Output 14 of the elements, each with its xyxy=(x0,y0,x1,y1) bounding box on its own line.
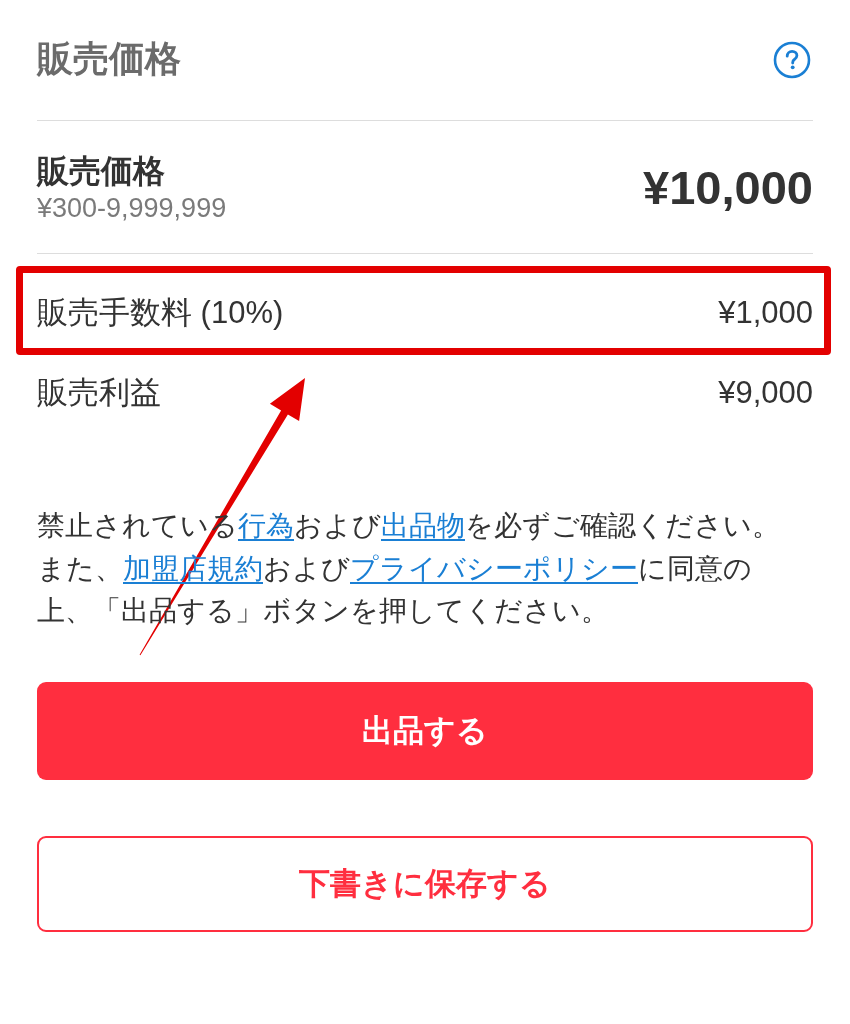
price-label: 販売価格 xyxy=(37,152,166,190)
link[interactable]: 行為 xyxy=(238,509,294,541)
row-label: 販売手数料 (10%) xyxy=(37,294,284,332)
section-title: 販売価格 xyxy=(37,38,181,81)
price-value: ¥10,000 xyxy=(643,159,813,215)
link[interactable]: 出品物 xyxy=(381,509,465,541)
help-icon[interactable] xyxy=(773,41,811,79)
submit-button[interactable]: 出品する xyxy=(37,681,813,780)
row-value: ¥1,000 xyxy=(718,295,813,331)
save-draft-button[interactable]: 下書きに保存する xyxy=(37,835,813,932)
price-range-text: ¥300-9,999,999 xyxy=(37,192,227,224)
link[interactable]: プライバシーポリシー xyxy=(350,551,638,584)
row-value: ¥9,000 xyxy=(718,375,813,411)
row-label: 販売利益 xyxy=(37,374,161,412)
